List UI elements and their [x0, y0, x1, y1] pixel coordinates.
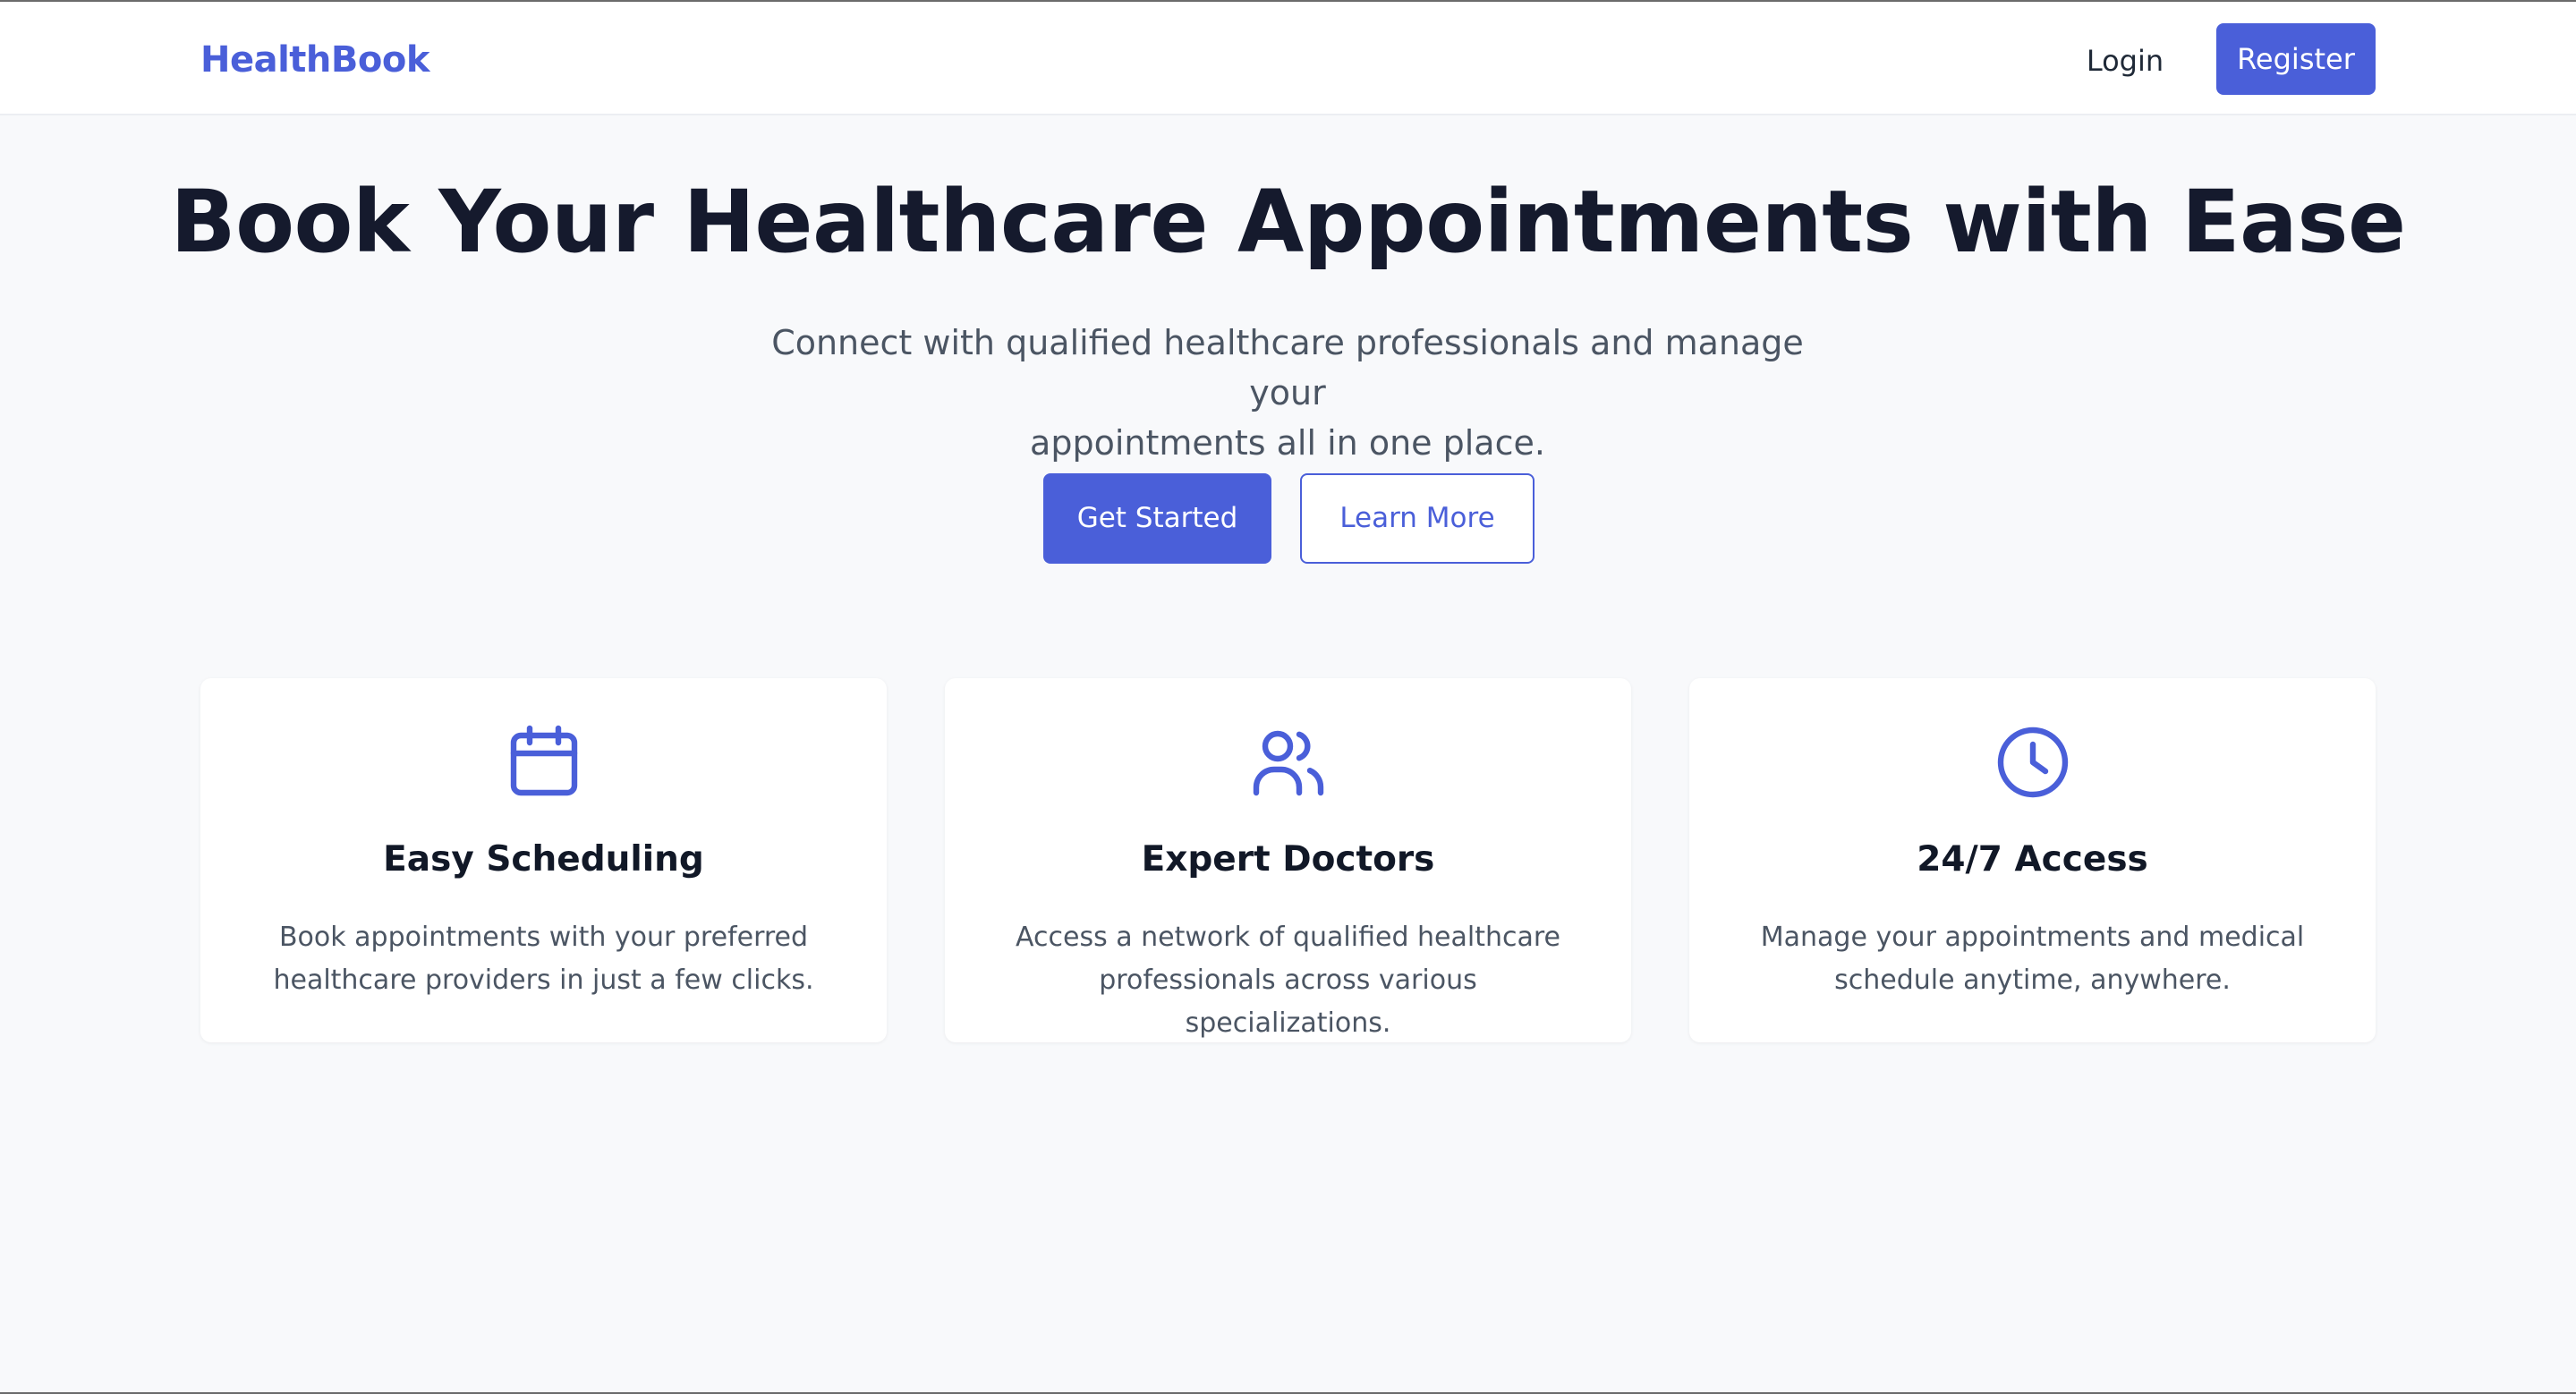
- feature-description-line-2: healthcare providers in just a few click…: [273, 965, 814, 996]
- login-link[interactable]: Login: [2067, 39, 2183, 82]
- clock-icon: [1990, 719, 2076, 805]
- feature-description-line-2: schedule anytime, anywhere.: [1834, 965, 2231, 996]
- hero-subtitle: Connect with qualified healthcare profes…: [751, 318, 1824, 468]
- hero-subtitle-line-2: appointments all in one place.: [1030, 423, 1545, 463]
- learn-more-button[interactable]: Learn More: [1300, 473, 1535, 564]
- feature-description-line-1: Access a network of qualified healthcare: [1016, 922, 1560, 953]
- feature-description: Access a network of qualified healthcare…: [1007, 916, 1569, 1045]
- get-started-button[interactable]: Get Started: [1043, 473, 1271, 564]
- feature-description-line-1: Book appointments with your preferred: [278, 922, 809, 953]
- brand-logo[interactable]: HealthBook: [200, 39, 429, 81]
- feature-card-24-7-access: 24/7 Access Manage your appointments and…: [1689, 678, 2376, 1042]
- feature-card-expert-doctors: Expert Doctors Access a network of quali…: [945, 678, 1631, 1042]
- feature-title: Expert Doctors: [1141, 839, 1435, 880]
- register-button[interactable]: Register: [2216, 23, 2376, 95]
- feature-title: Easy Scheduling: [383, 839, 704, 880]
- navbar: HealthBook Login Register: [0, 2, 2576, 115]
- feature-description: Book appointments with your preferred he…: [263, 916, 824, 1002]
- hero-subtitle-line-1: Connect with qualified healthcare profes…: [771, 323, 1804, 412]
- calendar-icon: [501, 719, 587, 805]
- feature-description-line-2: professionals across various specializat…: [1099, 965, 1477, 1039]
- feature-description-line-1: Manage your appointments and medical: [1760, 922, 2305, 953]
- feature-description: Manage your appointments and medical sch…: [1752, 916, 2313, 1002]
- hero-title: Book Your Healthcare Appointments with E…: [170, 172, 2406, 272]
- users-icon: [1245, 719, 1331, 805]
- feature-title: 24/7 Access: [1917, 839, 2148, 880]
- feature-card-easy-scheduling: Easy Scheduling Book appointments with y…: [200, 678, 887, 1042]
